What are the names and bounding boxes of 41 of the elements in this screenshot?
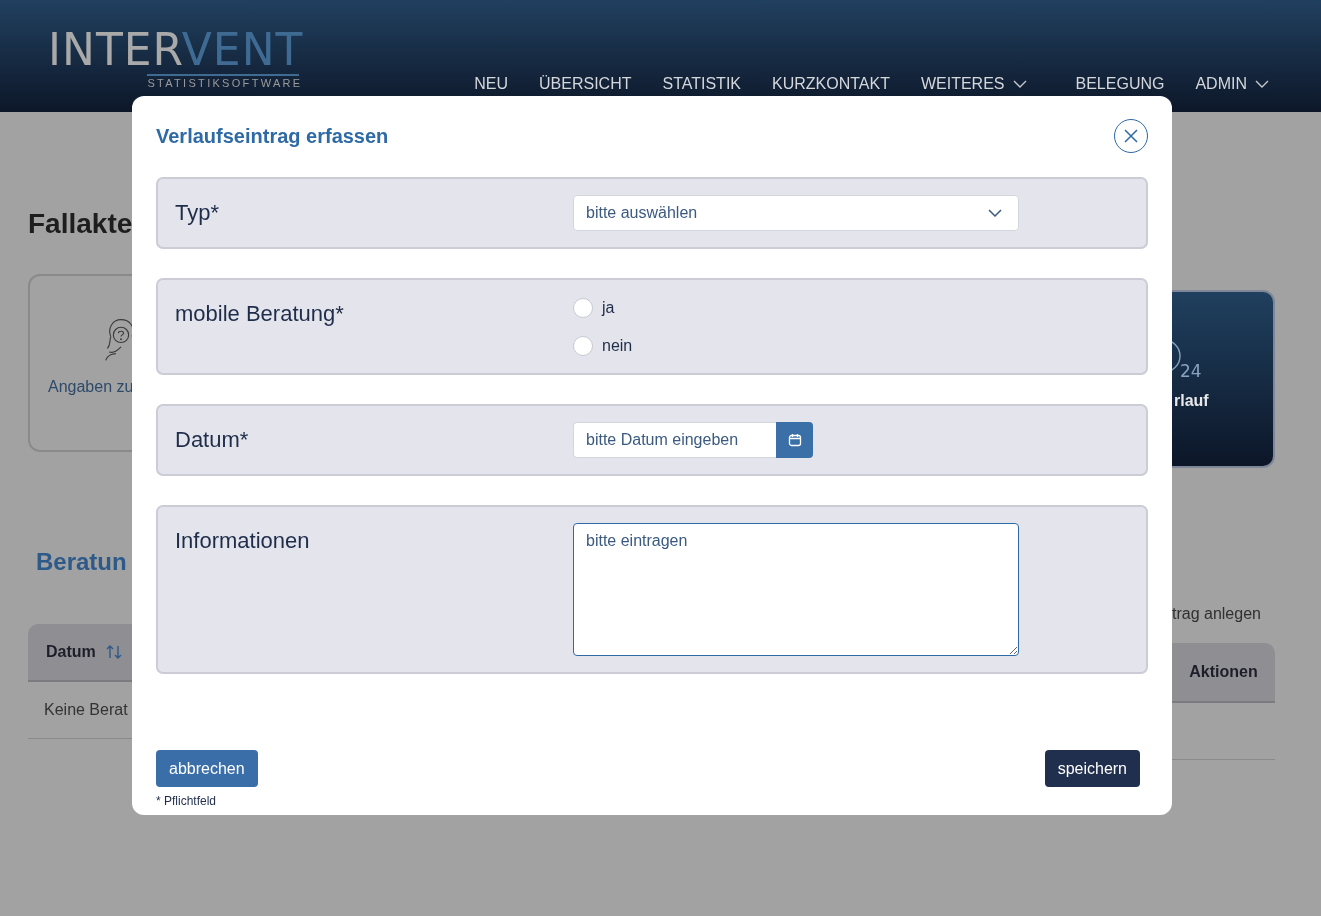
nav-link[interactable]: ÜBERSICHT — [539, 75, 632, 93]
nav-link[interactable]: STATISTIK — [662, 75, 741, 93]
calendar-button[interactable] — [776, 422, 813, 458]
table-header-cell[interactable]: Datum — [28, 624, 132, 682]
nav-link[interactable]: WEITERES — [920, 75, 1027, 93]
table-header-cell: Aktionen — [1172, 643, 1275, 703]
sort-icon — [105, 644, 122, 660]
logo: INTERVENT — [48, 26, 304, 74]
section-card[interactable]: 24 rlauf — [1172, 290, 1275, 468]
radio-button[interactable] — [573, 298, 593, 318]
field-label: Informationen — [175, 527, 311, 555]
clock-label: 24 — [1180, 363, 1202, 380]
page-title: Fallakte — [28, 208, 132, 240]
logo-tagline: STATISTIKSOFTWARE — [147, 74, 300, 89]
radio-label: ja — [602, 299, 615, 317]
cancel-button[interactable]: abbrechen — [156, 750, 258, 787]
text-area[interactable]: bitte eintragen — [573, 523, 1019, 656]
chevron-down-icon — [988, 209, 1002, 217]
card-label: Angaben zu — [48, 378, 132, 396]
chevron-down-icon — [1255, 80, 1269, 88]
field-label: Typ* — [175, 199, 221, 227]
field-label: Datum* — [175, 426, 250, 454]
nav-link[interactable]: ADMIN — [1195, 75, 1269, 93]
close-button[interactable] — [1114, 119, 1148, 153]
calendar-icon — [787, 433, 802, 447]
nav-link[interactable]: NEU — [474, 75, 509, 93]
card-label: rlauf — [1174, 392, 1209, 410]
chevron-down-icon — [1012, 80, 1027, 88]
section-title: Beratun — [36, 548, 128, 576]
dialog-title: Verlaufseintrag erfassen — [156, 124, 389, 148]
create-entry-link[interactable]: trag anlegen — [1172, 605, 1321, 623]
select-field[interactable]: bitte auswählen — [573, 195, 1019, 231]
radio-label: nein — [602, 337, 633, 355]
nav-link[interactable]: KURZKONTAKT — [772, 75, 890, 93]
date-field[interactable]: bitte Datum eingeben — [573, 422, 776, 458]
save-button[interactable]: speichern — [1044, 750, 1140, 787]
field-label: mobile Beratung* — [175, 300, 345, 328]
radio-button[interactable] — [573, 336, 593, 356]
close-icon — [1124, 129, 1138, 143]
required-note: * Pflichtfeld — [156, 794, 218, 808]
nav-link[interactable]: BELEGUNG — [1075, 75, 1165, 93]
